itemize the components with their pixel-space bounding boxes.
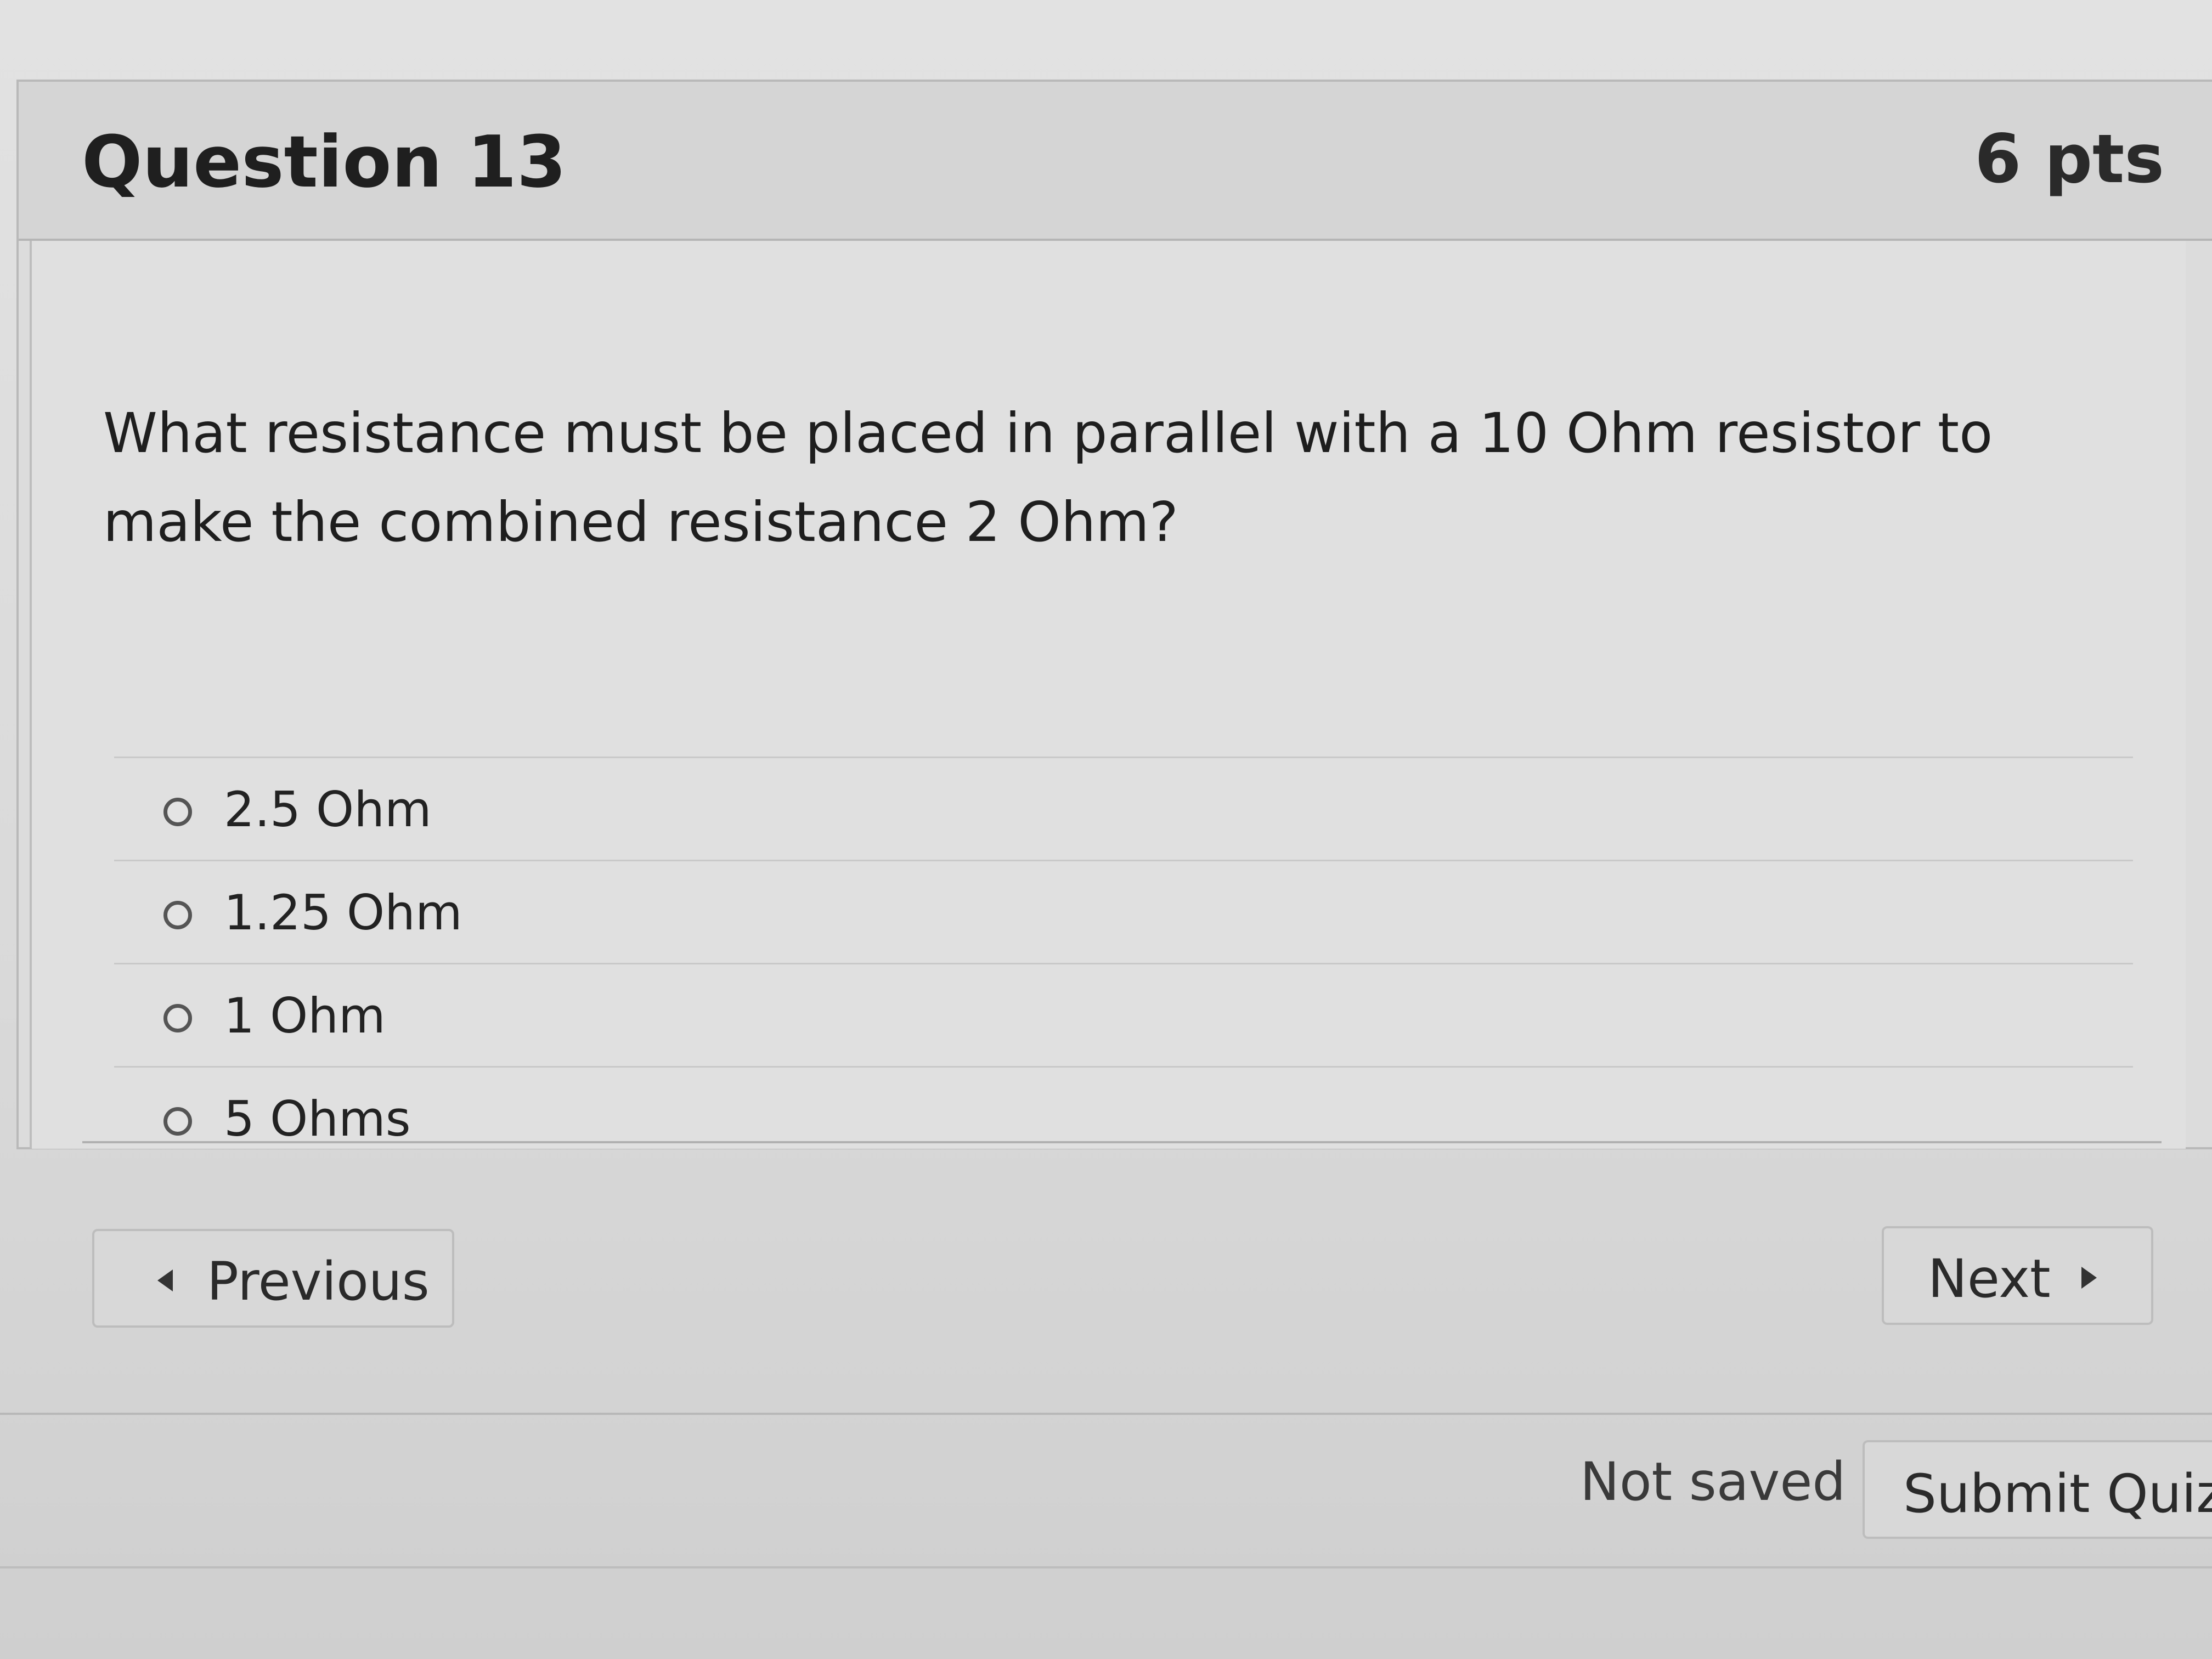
triangle-left-icon <box>157 1269 173 1291</box>
answer-option[interactable]: 2.5 Ohm <box>114 757 2133 860</box>
footer-divider <box>0 1413 2212 1415</box>
previous-button[interactable]: Previous <box>92 1229 454 1328</box>
footer-divider <box>0 1566 2212 1568</box>
quiz-page: Question 13 6 pts What resistance must b… <box>0 0 2212 1659</box>
question-title: Question 13 <box>82 120 567 204</box>
next-button-label: Next <box>1928 1248 2051 1310</box>
question-card: Question 13 6 pts What resistance must b… <box>16 80 2212 1149</box>
radio-button[interactable] <box>163 901 192 929</box>
radio-button[interactable] <box>163 798 192 826</box>
question-header: Question 13 6 pts <box>19 82 2212 241</box>
divider <box>82 1141 2162 1143</box>
question-text: What resistance must be placed in parall… <box>103 401 1993 554</box>
previous-button-label: Previous <box>207 1251 430 1312</box>
question-body: What resistance must be placed in parall… <box>30 241 2186 1149</box>
question-points: 6 pts <box>1974 120 2164 198</box>
radio-button[interactable] <box>163 1004 192 1032</box>
triangle-right-icon <box>2081 1267 2097 1289</box>
answer-label[interactable]: 5 Ohms <box>224 1091 411 1147</box>
answer-option[interactable]: 5 Ohms <box>114 1066 2133 1169</box>
answer-label[interactable]: 1.25 Ohm <box>224 884 462 941</box>
submit-quiz-button[interactable]: Submit Quiz <box>1863 1440 2212 1539</box>
answer-label[interactable]: 2.5 Ohm <box>224 781 432 838</box>
answer-list: 2.5 Ohm 1.25 Ohm 1 Ohm 5 Ohms <box>114 757 2133 1169</box>
answer-option[interactable]: 1 Ohm <box>114 963 2133 1066</box>
submit-quiz-label: Submit Quiz <box>1903 1463 2212 1525</box>
save-status: Not saved <box>1580 1451 1846 1513</box>
answer-option[interactable]: 1.25 Ohm <box>114 860 2133 963</box>
answer-label[interactable]: 1 Ohm <box>224 988 386 1044</box>
next-button[interactable]: Next <box>1882 1226 2153 1325</box>
radio-button[interactable] <box>163 1107 192 1136</box>
